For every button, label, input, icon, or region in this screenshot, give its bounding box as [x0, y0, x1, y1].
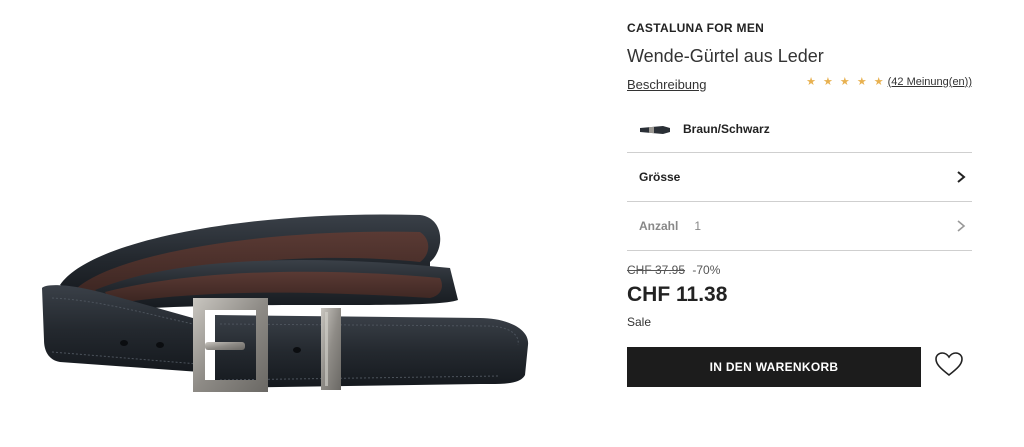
- chevron-right-icon: [957, 220, 966, 232]
- quantity-selector[interactable]: Anzahl 1: [627, 202, 972, 251]
- brand-name[interactable]: CASTALUNA FOR MEN: [627, 21, 764, 35]
- heart-icon: [935, 351, 963, 376]
- old-price: CHF 37.95: [627, 263, 686, 277]
- quantity-value: 1: [694, 219, 702, 233]
- current-price: CHF 11.38: [627, 283, 728, 306]
- quantity-info: Anzahl 1: [639, 219, 701, 233]
- description-link[interactable]: Beschreibung: [627, 77, 707, 92]
- reviews-link[interactable]: (42 Meinung(en)): [888, 76, 972, 88]
- add-to-cart-button[interactable]: IN DEN WARENKORB: [627, 347, 921, 387]
- old-price-row: CHF 37.95 -70%: [627, 263, 720, 277]
- sale-label: Sale: [627, 315, 652, 329]
- product-title: Wende-Gürtel aus Leder: [627, 46, 824, 66]
- wishlist-button[interactable]: [932, 350, 966, 380]
- product-image: [0, 0, 590, 447]
- chevron-right-icon: [957, 171, 966, 183]
- quantity-label: Anzahl: [639, 219, 679, 233]
- color-selector[interactable]: Braun/Schwarz: [627, 106, 972, 153]
- rating: ★ ★ ★ ★ ★ (42 Meinung(en)): [806, 75, 972, 89]
- color-label: Braun/Schwarz: [683, 122, 770, 136]
- size-selector[interactable]: Grösse: [627, 153, 972, 202]
- color-swatch-icon: [640, 126, 670, 134]
- size-label: Grösse: [639, 170, 681, 184]
- discount-badge: -70%: [692, 263, 721, 277]
- rating-stars: ★ ★ ★ ★ ★: [806, 76, 886, 88]
